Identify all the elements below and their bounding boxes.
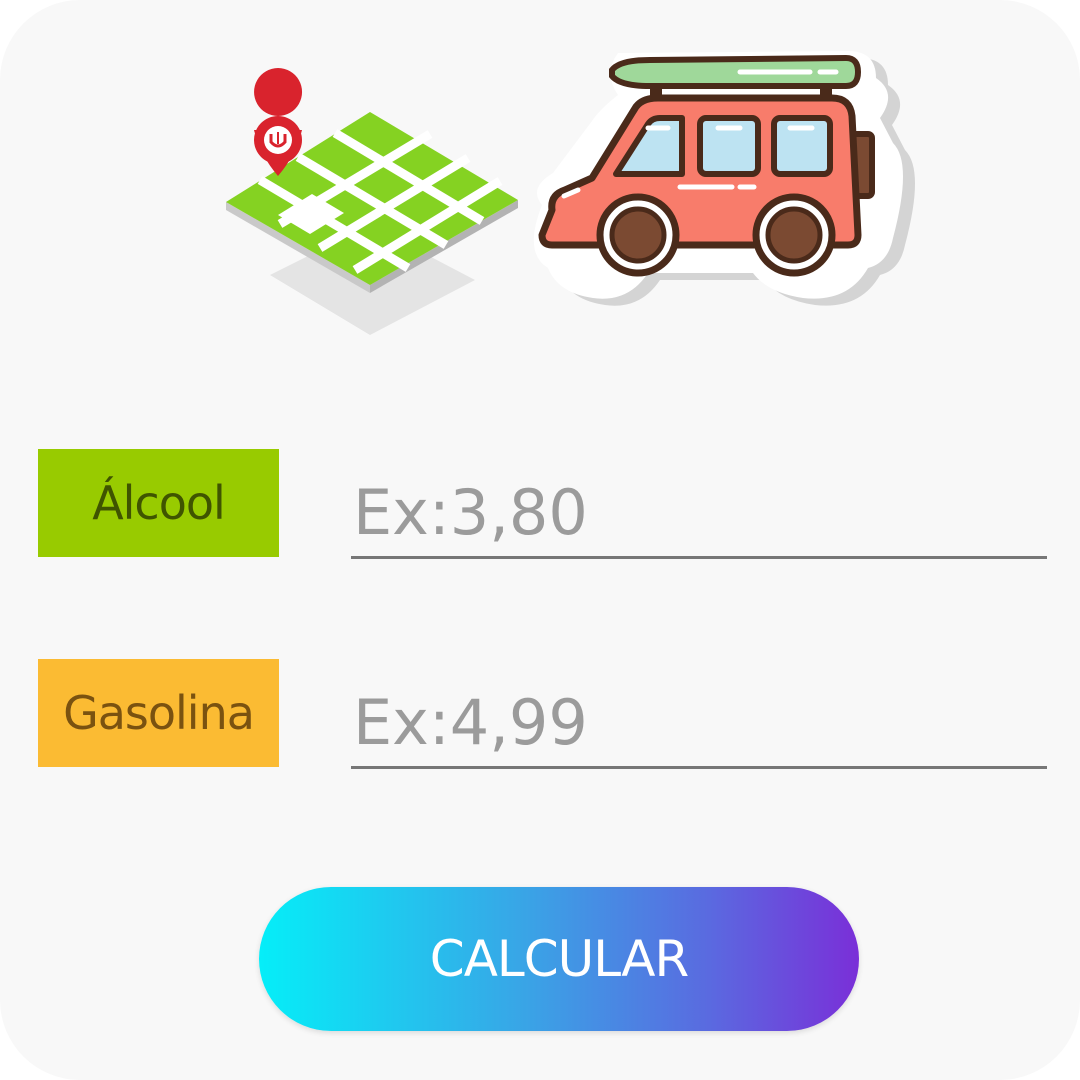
app-screen: Álcool Gasolina CALCULAR	[0, 0, 1080, 1080]
alcool-row: Álcool	[38, 449, 1048, 569]
gasolina-price-input[interactable]	[351, 679, 1047, 769]
calculate-button[interactable]: CALCULAR	[259, 887, 859, 1031]
gasolina-row: Gasolina	[38, 659, 1048, 779]
header-illustration	[226, 51, 915, 335]
gasolina-label: Gasolina	[38, 659, 279, 767]
van-icon	[533, 51, 915, 306]
alcool-price-input[interactable]	[351, 469, 1047, 559]
alcool-label: Álcool	[38, 449, 279, 557]
map-icon	[226, 68, 518, 335]
